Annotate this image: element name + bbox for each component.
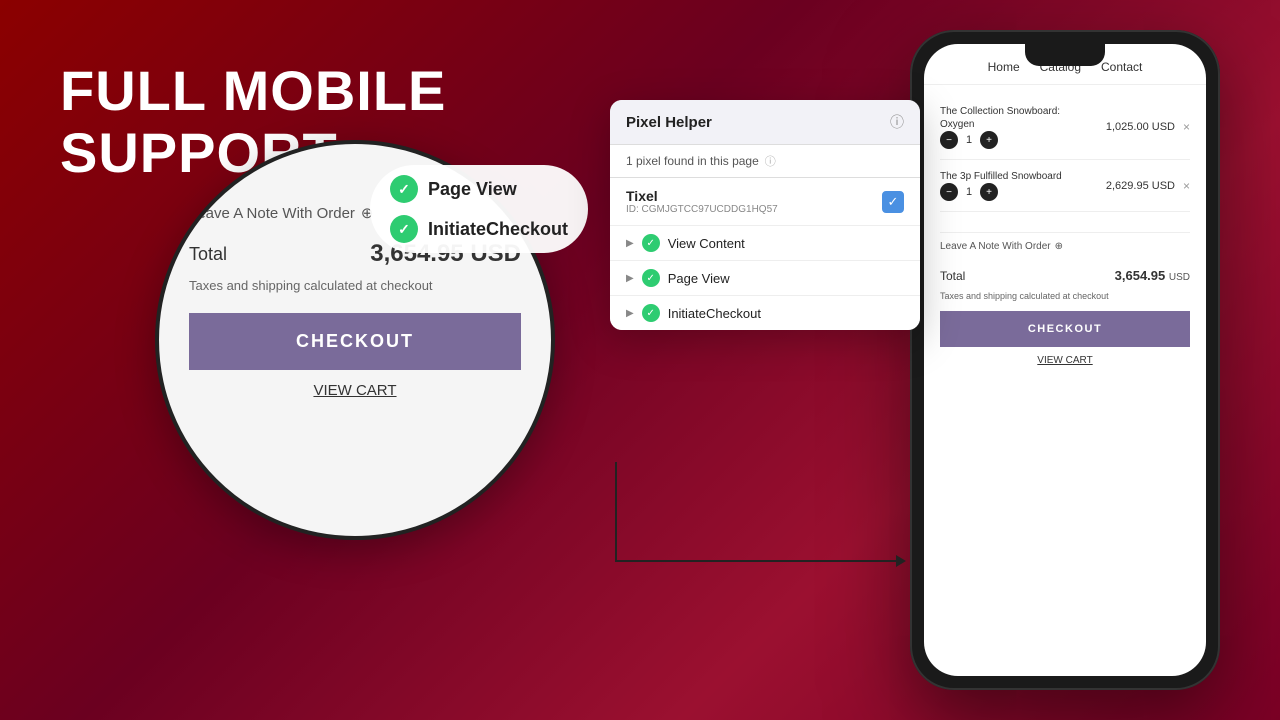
product-item-2: The 3p Fulfilled Snowboard − 1 + 2,629.9… [940, 160, 1190, 212]
zoom-checkout-button[interactable]: CHECKOUT [189, 313, 521, 370]
product-price-1: 1,025.00 USD [1106, 121, 1175, 133]
remove-product-2[interactable]: × [1183, 179, 1190, 193]
qty-value-2: 1 [962, 186, 976, 198]
note-label: Leave A Note With Order [940, 241, 1051, 252]
nav-contact[interactable]: Contact [1101, 60, 1142, 74]
pixel-found-row: 1 pixel found in this page ⓘ [610, 145, 920, 178]
event-check-icon-1: ✓ [642, 234, 660, 252]
event-label-2: Page View [668, 271, 730, 286]
product-name-2: The 3p Fulfilled Snowboard [940, 170, 1062, 183]
badge-page-view: ✓ Page View [390, 175, 568, 203]
zoom-badges: ✓ Page View ✓ InitiateCheckout [370, 165, 588, 253]
qty-decrease-1[interactable]: − [940, 131, 958, 149]
event-arrow-icon-3: ▶ [626, 308, 634, 319]
pixel-events-list: ▶ ✓ View Content ▶ ✓ Page View ▶ ✓ Initi… [610, 225, 920, 330]
arrow-vertical [615, 462, 617, 562]
product-item-1: The Collection Snowboard: Oxygen − 1 + 1… [940, 95, 1190, 160]
check-circle-icon-2: ✓ [390, 215, 418, 243]
event-check-icon-3: ✓ [642, 304, 660, 322]
tixel-checkbox[interactable]: ✓ [882, 191, 904, 213]
total-label: Total [940, 269, 965, 283]
zoom-tax-note: Taxes and shipping calculated at checkou… [189, 278, 521, 293]
phone-mockup: Home Catalog Contact The Collection Snow… [910, 30, 1220, 690]
headline-line1: FULL MOBILE [60, 60, 446, 122]
note-row: Leave A Note With Order ⊕ [940, 232, 1190, 260]
pixel-helper-popup: Pixel Helper ⓘ 1 pixel found in this pag… [610, 100, 920, 330]
total-amount: 3,654.95 USD [1115, 268, 1190, 283]
zoom-total-label: Total [189, 244, 227, 265]
badge-initiate-checkout: ✓ InitiateCheckout [390, 215, 568, 243]
note-chevron-icon: ⊕ [1055, 241, 1063, 252]
zoom-note-label: Leave A Note With Order [189, 205, 355, 222]
event-initiate-checkout[interactable]: ▶ ✓ InitiateCheckout [610, 295, 920, 330]
tixel-name: Tixel [626, 188, 778, 204]
phone-footer: Leave A Note With Order ⊕ Total 3,654.95… [924, 222, 1206, 376]
qty-value-1: 1 [962, 134, 976, 146]
phone-products: The Collection Snowboard: Oxygen − 1 + 1… [924, 85, 1206, 222]
phone-view-cart-link[interactable]: VIEW CART [940, 355, 1190, 366]
pixel-found-text: 1 pixel found in this page [626, 154, 759, 168]
total-currency: USD [1169, 272, 1190, 283]
event-page-view[interactable]: ▶ ✓ Page View [610, 260, 920, 295]
event-arrow-icon-1: ▶ [626, 238, 634, 249]
product-controls-1: − 1 + [940, 131, 1070, 149]
qty-decrease-2[interactable]: − [940, 183, 958, 201]
product-name-1: The Collection Snowboard: Oxygen [940, 105, 1070, 131]
event-view-content[interactable]: ▶ ✓ View Content [610, 225, 920, 260]
event-label-3: InitiateCheckout [668, 306, 761, 321]
zoom-view-cart-link[interactable]: VIEW CART [189, 382, 521, 399]
pixel-helper-header: Pixel Helper ⓘ [610, 100, 920, 145]
check-circle-icon-1: ✓ [390, 175, 418, 203]
arrow-horizontal [615, 560, 900, 562]
badge-label-1: Page View [428, 179, 517, 200]
qty-increase-1[interactable]: + [980, 131, 998, 149]
product-price-2: 2,629.95 USD [1106, 180, 1175, 192]
pixel-found-info-icon[interactable]: ⓘ [765, 153, 776, 169]
remove-product-1[interactable]: × [1183, 120, 1190, 134]
phone-screen: Home Catalog Contact The Collection Snow… [924, 44, 1206, 676]
tixel-row: Tixel ID: CGMJGTCC97UCDDG1HQ57 ✓ [610, 178, 920, 225]
pixel-helper-title: Pixel Helper [626, 114, 712, 131]
total-row: Total 3,654.95 USD [940, 260, 1190, 291]
tixel-id: ID: CGMJGTCC97UCDDG1HQ57 [626, 204, 778, 215]
qty-increase-2[interactable]: + [980, 183, 998, 201]
badge-label-2: InitiateCheckout [428, 219, 568, 240]
pixel-info-icon[interactable]: ⓘ [890, 112, 904, 132]
event-arrow-icon-2: ▶ [626, 273, 634, 284]
tax-note: Taxes and shipping calculated at checkou… [940, 291, 1190, 301]
phone-checkout-button[interactable]: CHECKOUT [940, 311, 1190, 347]
phone-notch [1025, 44, 1105, 66]
event-check-icon-2: ✓ [642, 269, 660, 287]
event-label-1: View Content [668, 236, 745, 251]
nav-home[interactable]: Home [988, 60, 1020, 74]
product-controls-2: − 1 + [940, 183, 1062, 201]
